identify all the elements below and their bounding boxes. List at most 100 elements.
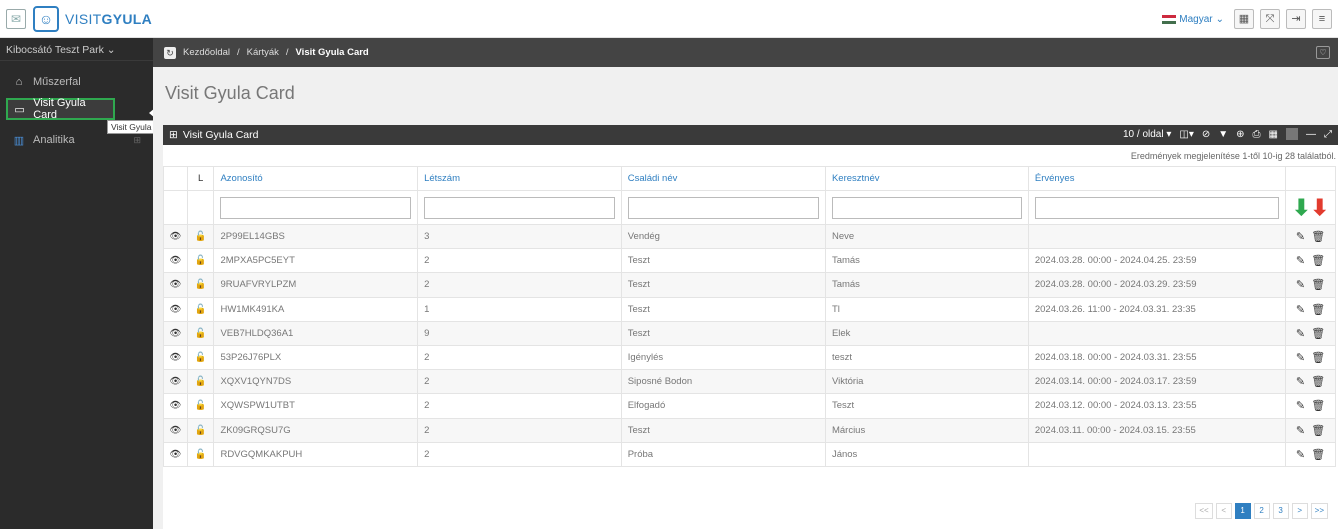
table-row[interactable]: 👁 🔓 RDVGQMKAKPUH 2 Próba János ✎ 🗑 — [163, 441, 1336, 467]
table-row[interactable]: 👁 🔓 VEB7HLDQ36A1 9 Teszt Elek ✎ 🗑 — [163, 320, 1336, 346]
expand-icon[interactable]: ⊞ — [133, 135, 141, 146]
edit-pencil-icon[interactable]: ✎ — [1296, 328, 1305, 340]
language-selector[interactable]: Magyar ⌄ — [1162, 14, 1224, 25]
view-eye-icon[interactable]: 👁 — [163, 417, 188, 443]
refresh-icon[interactable]: ↻ — [164, 46, 176, 59]
delete-trash-icon[interactable]: 🗑 — [1311, 304, 1325, 316]
fullscreen-icon[interactable]: ⤧ — [1260, 9, 1280, 29]
column-header-ervenyes[interactable]: Érvényes — [1027, 166, 1287, 191]
unlock-icon[interactable]: 🔓 — [186, 320, 215, 346]
park-name: Kibocsátó Teszt Park — [6, 44, 104, 56]
edit-pencil-icon[interactable]: ✎ — [1296, 352, 1305, 364]
edit-pencil-icon[interactable]: ✎ — [1296, 279, 1305, 291]
delete-trash-icon[interactable]: 🗑 — [1311, 400, 1325, 412]
delete-trash-icon[interactable]: 🗑 — [1311, 328, 1325, 340]
table-row[interactable]: 👁 🔓 ZK09GRQSU7G 2 Teszt Március 2024.03.11. 00… — [163, 417, 1336, 443]
column-header-azonosito[interactable]: Azonosító — [213, 166, 419, 191]
breadcrumb-cards[interactable]: Kártyák — [247, 47, 279, 58]
cell-letszam: 3 — [417, 223, 622, 250]
view-eye-icon[interactable]: 👁 — [163, 272, 188, 298]
delete-trash-icon[interactable]: 🗑 — [1311, 279, 1325, 291]
sidebar-item-visit-gyula-card[interactable]: ▭ Visit Gyula Card — [6, 97, 115, 121]
unlock-icon[interactable]: 🔓 — [186, 248, 215, 274]
filter-csaladi-nev-input[interactable] — [627, 196, 819, 219]
per-page-selector[interactable]: 10 / oldal ▾ — [1123, 129, 1171, 140]
sidebar-item-dashboard[interactable]: ⌂ Műszerfal — [0, 71, 153, 93]
column-header-csaladi-nev[interactable]: Családi név — [620, 166, 826, 191]
pagination-page-3[interactable]: 3 — [1272, 503, 1289, 519]
filter-letszam-input[interactable] — [424, 196, 615, 219]
edit-pencil-icon[interactable]: ✎ — [1296, 449, 1305, 461]
edit-pencil-icon[interactable]: ✎ — [1296, 231, 1305, 243]
pagination-last[interactable]: >> — [1310, 503, 1328, 519]
add-icon[interactable]: ⊕ — [1236, 129, 1244, 140]
pagination-next[interactable]: > — [1291, 503, 1308, 519]
main-content: Visit Gyula Card ⊞ Visit Gyula Card 10 /… — [153, 67, 1338, 529]
pagination-page-2[interactable]: 2 — [1253, 503, 1270, 519]
delete-trash-icon[interactable]: 🗑 — [1311, 352, 1325, 364]
edit-pencil-icon[interactable]: ✎ — [1296, 400, 1305, 412]
unlock-icon[interactable]: 🔓 — [186, 393, 215, 419]
sidebar: Kibocsátó Teszt Park ⌄ ⌂ Műszerfal ▭ Vis… — [0, 38, 153, 529]
clear-filter-icon[interactable]: ⊘ — [1202, 129, 1210, 140]
unlock-icon[interactable]: 🔓 — [186, 272, 215, 298]
unlock-icon[interactable]: 🔓 — [186, 296, 215, 322]
favorite-heart-icon[interactable]: ♡ — [1316, 46, 1330, 59]
table-row[interactable]: 👁 🔓 2MPXA5PC5EYT 2 Teszt Tamás 2024.03.28. 00:… — [163, 248, 1336, 274]
table-row[interactable]: 👁 🔓 XQXV1QYN7DS 2 Siposné Bodon Viktória 2024.… — [163, 369, 1336, 395]
unlock-icon[interactable]: 🔓 — [186, 369, 215, 395]
column-header-l[interactable]: L — [186, 166, 215, 191]
panel-header: ⊞ Visit Gyula Card 10 / oldal ▾ ◫▾ ⊘ ▼ ⊕… — [163, 125, 1338, 145]
mail-icon[interactable]: ✉ — [6, 9, 26, 29]
unlock-icon[interactable]: 🔓 — [186, 417, 215, 443]
pagination-prev[interactable]: < — [1215, 503, 1232, 519]
view-eye-icon[interactable]: 👁 — [163, 248, 188, 274]
pagination-page-1[interactable]: 1 — [1234, 503, 1251, 519]
delete-trash-icon[interactable]: 🗑 — [1311, 376, 1325, 388]
pagination-first[interactable]: << — [1195, 503, 1213, 519]
view-eye-icon[interactable]: 👁 — [163, 441, 188, 467]
print-icon[interactable]: ⎙ — [1253, 129, 1261, 140]
view-eye-icon[interactable]: 👁 — [163, 344, 188, 371]
unlock-icon[interactable]: 🔓 — [186, 344, 215, 371]
table-row[interactable]: 👁 🔓 XQWSPW1UTBT 2 Elfogadó Teszt 2024.03.12. 0… — [163, 393, 1336, 419]
table-row[interactable]: 👁 🔓 HW1MK491KA 1 Teszt Tl 2024.03.26. 11:00 - … — [163, 296, 1336, 322]
collapse-icon[interactable]: — — [1306, 129, 1316, 140]
visitgyula-logo[interactable]: ☺ VISITGYULA — [33, 4, 152, 34]
row-actions: ✎ 🗑 — [1285, 441, 1336, 467]
qr-code-icon[interactable]: ▦ — [1234, 9, 1254, 29]
menu-icon[interactable]: ≡ — [1312, 9, 1332, 29]
column-header-keresztnev[interactable]: Keresztnév — [824, 166, 1029, 191]
view-eye-icon[interactable]: 👁 — [163, 223, 188, 250]
logout-icon[interactable]: ⇥ — [1286, 9, 1306, 29]
delete-trash-icon[interactable]: 🗑 — [1311, 449, 1325, 461]
expand-panel-icon[interactable]: ⤢ — [1324, 129, 1332, 140]
delete-trash-icon[interactable]: 🗑 — [1311, 231, 1325, 243]
columns-icon[interactable]: ◫▾ — [1179, 129, 1193, 140]
view-eye-icon[interactable]: 👁 — [163, 369, 188, 395]
filter-keresztnev-input[interactable] — [831, 196, 1022, 219]
filter-ervenyes-input[interactable] — [1034, 196, 1280, 219]
view-eye-icon[interactable]: 👁 — [163, 393, 188, 419]
table-row[interactable]: 👁 🔓 9RUAFVRYLPZM 2 Teszt Tamás 2024.03.28. 00:… — [163, 272, 1336, 298]
edit-pencil-icon[interactable]: ✎ — [1296, 425, 1305, 437]
edit-pencil-icon[interactable]: ✎ — [1296, 255, 1305, 267]
unlock-icon[interactable]: 🔓 — [186, 441, 215, 467]
table-row[interactable]: 👁 🔓 2P99EL14GBS 3 Vendég Neve ✎ 🗑 — [163, 223, 1336, 250]
edit-pencil-icon[interactable]: ✎ — [1296, 304, 1305, 316]
grid-icon: ⊞ — [169, 129, 178, 141]
park-selector[interactable]: Kibocsátó Teszt Park ⌄ — [0, 38, 153, 61]
filter-icon[interactable]: ▼ — [1218, 129, 1228, 140]
qr-icon[interactable]: ▦ — [1269, 129, 1278, 140]
filter-azonosito-input[interactable] — [220, 196, 412, 219]
breadcrumb-home[interactable]: Kezdőoldal — [183, 47, 230, 58]
delete-trash-icon[interactable]: 🗑 — [1311, 255, 1325, 267]
unlock-icon[interactable]: 🔓 — [186, 223, 215, 250]
delete-trash-icon[interactable]: 🗑 — [1311, 425, 1325, 437]
column-header-letszam[interactable]: Létszám — [417, 166, 622, 191]
edit-pencil-icon[interactable]: ✎ — [1296, 376, 1305, 388]
table-row[interactable]: 👁 🔓 53P26J76PLX 2 Igénylés teszt 2024.03.18. 0… — [163, 344, 1336, 371]
export-icon[interactable] — [1286, 128, 1298, 140]
view-eye-icon[interactable]: 👁 — [163, 320, 188, 346]
view-eye-icon[interactable]: 👁 — [163, 296, 188, 322]
